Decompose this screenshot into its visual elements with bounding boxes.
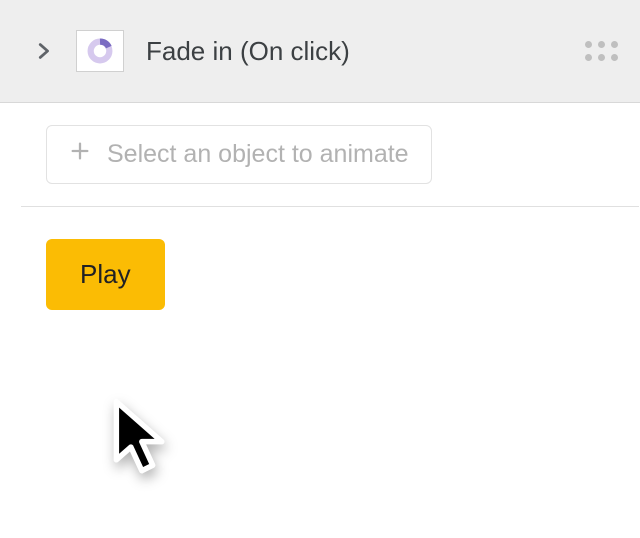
play-row: Play xyxy=(0,207,640,342)
animation-panel: Fade in (On click) Select an object to a… xyxy=(0,0,640,538)
select-object-label: Select an object to animate xyxy=(107,140,409,169)
play-button[interactable]: Play xyxy=(46,239,165,310)
plus-icon xyxy=(69,140,91,169)
select-object-button[interactable]: Select an object to animate xyxy=(46,125,432,184)
animation-label: Fade in (On click) xyxy=(146,36,562,67)
select-object-row: Select an object to animate xyxy=(0,103,640,206)
chevron-right-icon[interactable] xyxy=(32,40,54,62)
object-thumbnail xyxy=(76,30,124,72)
drag-handle-icon[interactable] xyxy=(584,34,618,68)
animation-list-item[interactable]: Fade in (On click) xyxy=(0,0,640,103)
